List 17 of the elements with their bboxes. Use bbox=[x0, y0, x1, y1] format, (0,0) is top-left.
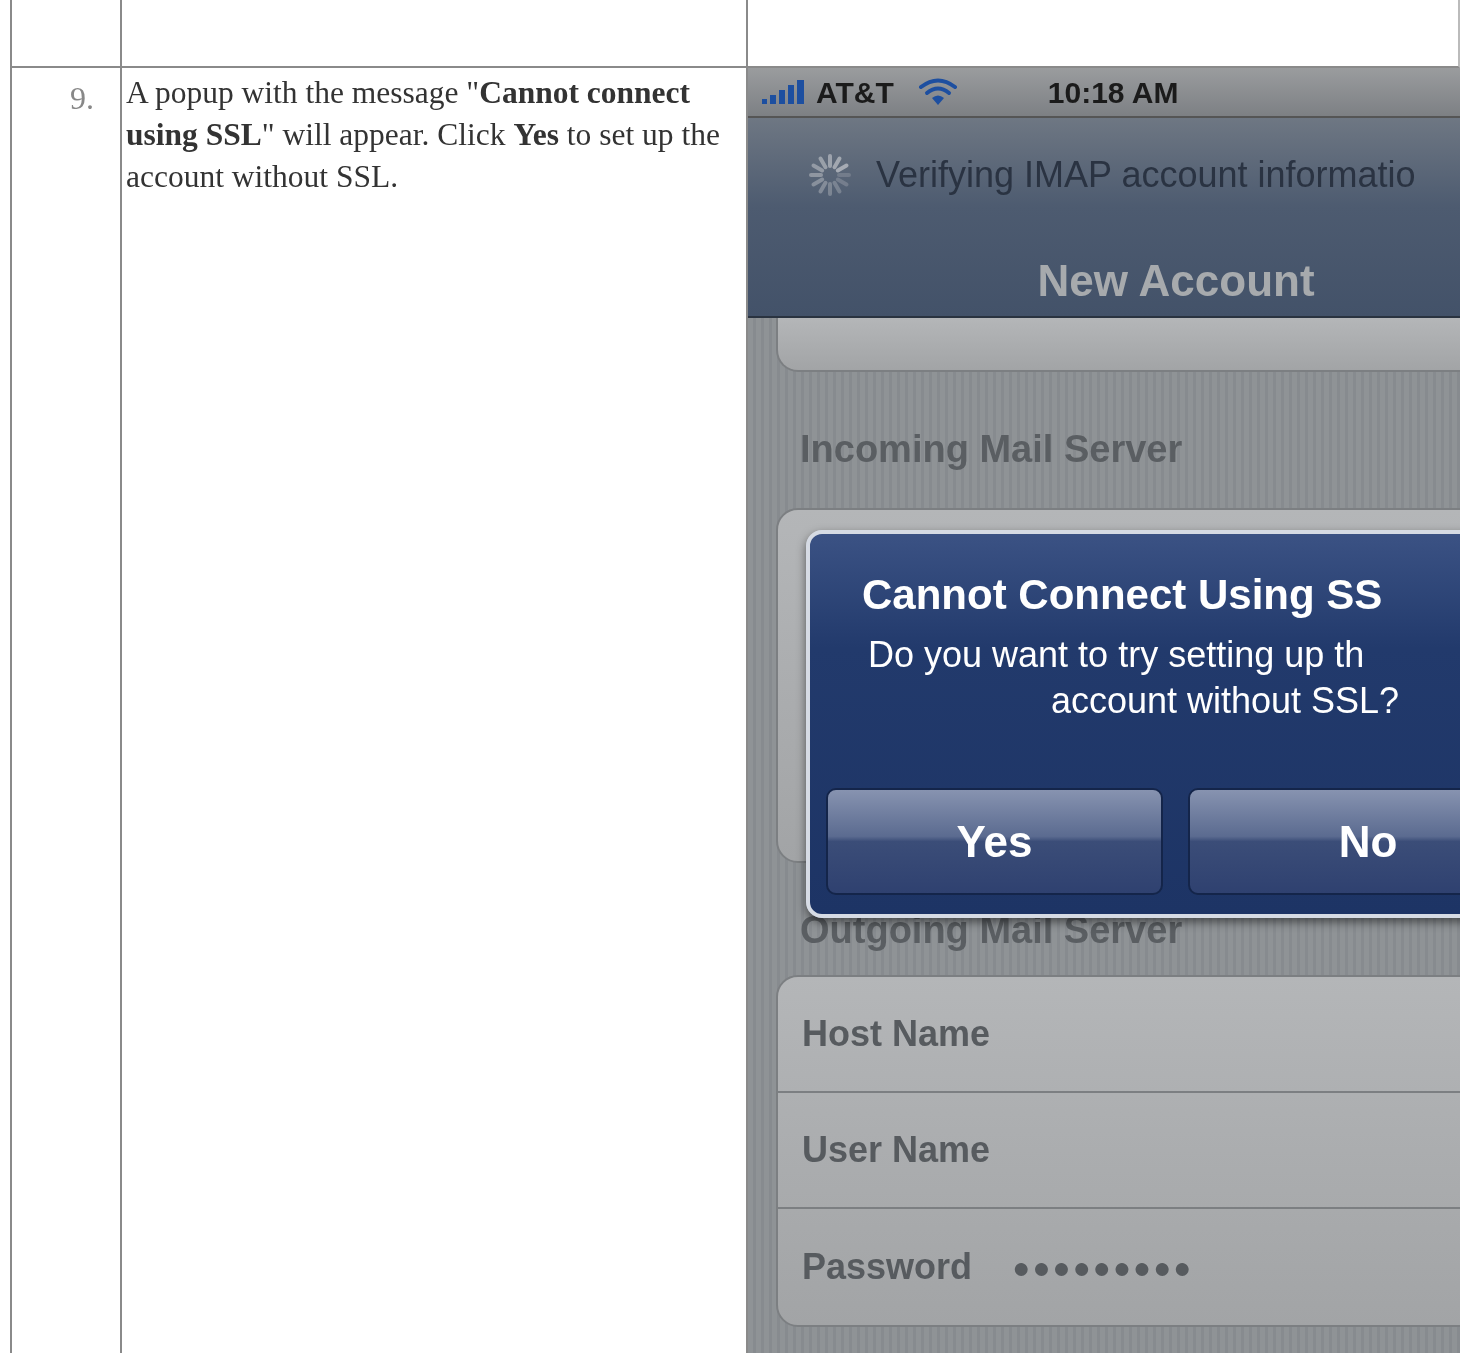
step-instruction: A popup with the message "Cannot connect using SSL" will appear. Click Yes to set up the account without SSL. bbox=[125, 74, 721, 196]
alert-message: account without SSL? bbox=[1049, 679, 1401, 724]
alert-message: Do you want to try setting up th bbox=[867, 633, 1366, 678]
step-number: 9. bbox=[69, 79, 95, 114]
signal-icon bbox=[762, 79, 806, 105]
dialog-button[interactable]: Yes bbox=[826, 788, 1163, 895]
password-value: ●●●●●●●●● bbox=[1012, 1249, 1194, 1286]
wifi-icon bbox=[917, 77, 958, 107]
carrier-name: AT&T bbox=[816, 74, 894, 111]
screen-title: New Account bbox=[1036, 255, 1316, 307]
dialog-button[interactable]: No bbox=[1188, 788, 1460, 895]
field-label: Host Name bbox=[802, 1012, 991, 1056]
field-label: Password bbox=[802, 1245, 973, 1289]
alert-title: Cannot Connect Using SS bbox=[861, 570, 1384, 619]
field-label: User Name bbox=[802, 1128, 991, 1172]
status-time: 10:18 AM bbox=[1047, 74, 1179, 111]
spinner-icon bbox=[808, 153, 852, 197]
